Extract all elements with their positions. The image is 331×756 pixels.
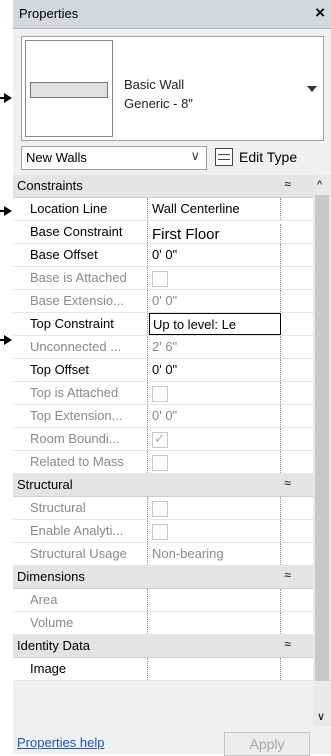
annotation-arrow-top-constraint [0,335,12,345]
property-name: Top Constraint [13,313,148,335]
property-name: Area [13,589,148,611]
filter-row: New Walls ∨ Edit Type [21,146,331,170]
annotation-arrow-base-constraint [0,206,12,216]
scroll-down-icon[interactable]: ∨ [317,710,325,723]
property-checkbox [149,497,281,519]
panel-title: Properties [19,6,79,21]
row-base-offset[interactable]: Base Offset 0' 0" [13,244,313,267]
property-value[interactable]: Wall Centerline [149,198,281,220]
property-value: 0' 0" [149,290,281,312]
group-label: Structural [17,477,73,492]
row-volume: Volume [13,612,313,635]
property-value[interactable]: First Floor [149,224,281,246]
row-top-offset[interactable]: Top Offset 0' 0" [13,359,313,382]
group-constraints[interactable]: Constraints ≈ [13,175,313,198]
property-value[interactable]: 0' 0" [149,244,281,266]
group-label: Constraints [17,178,83,193]
row-top-constraint[interactable]: Top Constraint Up to level: Le [13,313,313,336]
property-name: Related to Mass [13,451,148,473]
footer: Properties help Apply [13,732,331,756]
edit-type-label: Edit Type [239,149,298,165]
row-area: Area [13,589,313,612]
property-name: Base Constraint [13,221,148,243]
property-name: Top Extension... [13,405,148,427]
property-value: 2' 6" [149,336,281,358]
row-structural-usage: Structural Usage Non-bearing [13,543,313,566]
property-value: 0' 0" [149,405,281,427]
collapse-icon[interactable]: ≈ [284,177,291,191]
row-enable-analytical: Enable Analyti... [13,520,313,543]
scrollbar-thumb[interactable] [315,195,329,681]
property-name: Enable Analyti... [13,520,148,542]
property-value [149,589,281,611]
property-name: Base Offset [13,244,148,266]
collapse-icon[interactable]: ≈ [284,476,291,490]
property-value [149,612,281,634]
row-base-extension: Base Extensio... 0' 0" [13,290,313,313]
group-identity-data[interactable]: Identity Data ≈ [13,635,313,658]
property-checkbox [149,382,281,404]
scroll-up-icon[interactable]: ^ [317,179,322,191]
property-checkbox [149,520,281,542]
row-image[interactable]: Image [13,658,313,681]
properties-panel: Properties × Basic Wall Generic - 8" New… [13,0,331,756]
type-family: Basic Wall [124,77,185,92]
property-name: Volume [13,612,148,634]
type-name: Basic Wall Generic - 8" [124,75,193,113]
group-dimensions[interactable]: Dimensions ≈ [13,566,313,589]
wall-preview-icon [25,40,113,137]
property-name: Structural Usage [13,543,148,565]
property-value[interactable]: 0' 0" [149,359,281,381]
row-base-constraint[interactable]: Base Constraint First Floor [13,221,313,246]
property-checkbox [149,451,281,473]
type-selector[interactable]: Basic Wall Generic - 8" [21,36,324,141]
type-dropdown-icon[interactable] [307,86,317,92]
instance-filter-value: New Walls [26,150,87,165]
edit-type-icon [215,148,233,166]
property-name: Top Offset [13,359,148,381]
property-name: Top is Attached [13,382,148,404]
property-name: Structural [13,497,148,519]
chevron-down-icon: ∨ [190,148,200,163]
property-name: Base is Attached [13,267,148,289]
property-value[interactable] [149,658,281,680]
properties-help-link[interactable]: Properties help [17,735,104,750]
row-related-to-mass: Related to Mass [13,451,313,474]
property-value-editing[interactable]: Up to level: Le [149,313,281,335]
apply-button[interactable]: Apply [224,732,310,756]
row-room-bounding: Room Boundi... [13,428,313,451]
close-icon[interactable]: × [315,3,325,23]
group-label: Identity Data [17,638,90,653]
property-value: Non-bearing [149,543,281,565]
property-name: Image [13,658,148,680]
annotation-arrow-type [0,93,12,103]
row-top-attached: Top is Attached [13,382,313,405]
row-unconnected-height: Unconnected ... 2' 6" [13,336,313,359]
property-grid: Constraints ≈ Location Line Wall Centerl… [13,175,313,681]
collapse-icon[interactable]: ≈ [284,637,291,651]
property-checkbox-checked [149,428,281,450]
instance-filter-select[interactable]: New Walls ∨ [21,146,207,170]
collapse-icon[interactable]: ≈ [284,568,291,582]
group-label: Dimensions [17,569,85,584]
title-bar: Properties × [13,0,331,29]
property-name: Location Line [13,198,148,220]
row-top-extension: Top Extension... 0' 0" [13,405,313,428]
property-name: Base Extensio... [13,290,148,312]
property-checkbox [149,267,281,289]
row-base-attached: Base is Attached [13,267,313,290]
row-structural: Structural [13,497,313,520]
row-location-line[interactable]: Location Line Wall Centerline [13,198,313,221]
type-type: Generic - 8" [124,96,193,111]
property-name: Unconnected ... [13,336,148,358]
property-name: Room Boundi... [13,428,148,450]
group-structural[interactable]: Structural ≈ [13,474,313,497]
vertical-scrollbar[interactable]: ^ ∨ [313,175,331,727]
